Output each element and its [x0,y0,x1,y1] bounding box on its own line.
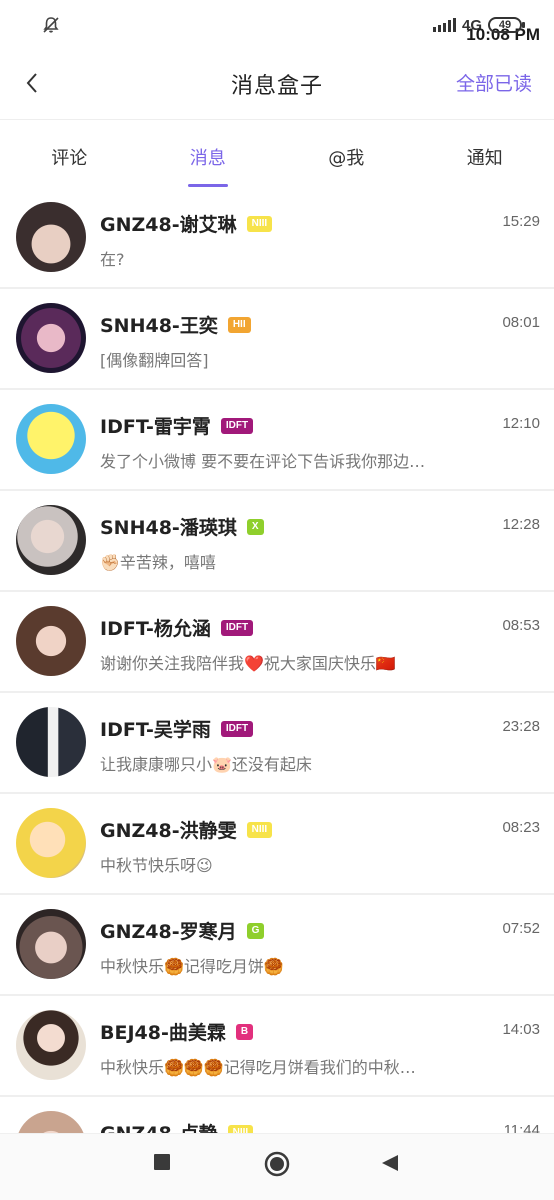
system-nav-bar [0,1133,554,1200]
sender-name: GNZ48-卢静 [100,1119,218,1133]
message-preview: 在? [100,250,125,269]
message-time: 11:44 [503,1122,540,1133]
list-item[interactable]: GNZ48-洪静雯 NIII 08:23 中秋节快乐呀😉 [0,794,554,895]
battery-icon: 49 [488,17,525,33]
message-preview: 中秋节快乐呀😉 [100,856,213,875]
list-item[interactable]: SNH48-潘瑛琪 X 12:28 ✊🏻辛苦辣，嘻嘻 [0,491,554,592]
list-item[interactable]: IDFT-吴学雨 IDFT 23:28 让我康康哪只小🐷还没有起床 [0,693,554,794]
tab-mentions[interactable]: @我 [277,128,416,188]
team-badge: NIII [246,215,273,232]
message-preview: ✊🏻辛苦辣，嘻嘻 [100,553,216,572]
message-time: 23:28 [502,718,540,735]
message-time: 08:01 [502,314,540,331]
avatar[interactable] [16,707,86,777]
tab-bar: 评论 消息 @我 通知 [0,128,554,188]
mark-all-read-button[interactable]: 全部已读 [456,69,532,96]
message-preview: 中秋快乐🥮🥮🥮记得吃月饼看我们的中秋… [100,1058,416,1077]
list-item[interactable]: IDFT-雷宇霄 IDFT 12:10 发了个小微博 要不要在评论下告诉我你那边… [0,390,554,491]
sender-name: GNZ48-洪静雯 [100,820,237,842]
message-time: 14:03 [502,1021,540,1038]
message-time: 12:10 [502,415,540,432]
mute-icon [42,16,60,34]
recents-square-icon[interactable] [153,1153,171,1175]
list-item[interactable]: SNH48-王奕 HII 08:01 [偶像翻牌回答] [0,289,554,390]
message-preview: 让我康康哪只小🐷还没有起床 [100,755,312,774]
message-time: 15:29 [502,213,540,230]
avatar[interactable] [16,1111,86,1133]
message-preview: 发了个小微博 要不要在评论下告诉我你那边… [100,452,426,471]
home-circle-icon[interactable] [263,1150,291,1182]
tab-label: @我 [328,148,365,169]
tab-notifications[interactable]: 通知 [416,128,554,188]
sender-name: IDFT-雷宇霄 [100,416,211,438]
message-time: 08:23 [502,819,540,836]
team-badge: X [246,518,264,535]
team-badge: IDFT [220,619,254,636]
sender-name: IDFT-杨允涵 [100,618,211,640]
team-badge: G [246,922,265,939]
avatar[interactable] [16,404,86,474]
message-time: 12:28 [502,516,540,533]
team-badge: NIII [227,1124,254,1133]
avatar[interactable] [16,505,86,575]
sender-name: BEJ48-曲美霖 [100,1022,226,1044]
avatar[interactable] [16,1010,86,1080]
list-item[interactable]: GNZ48-卢静 NIII 11:44 [0,1097,554,1133]
status-bar: 10:08 PM 4G 49 [0,0,554,50]
sender-name: GNZ48-谢艾琳 [100,214,237,236]
sender-name: SNH48-王奕 [100,315,218,337]
tab-messages[interactable]: 消息 [139,128,278,188]
tab-label: 评论 [51,148,88,169]
list-item[interactable]: GNZ48-谢艾琳 NIII 15:29 在? [0,188,554,289]
list-item[interactable]: BEJ48-曲美霖 B 14:03 中秋快乐🥮🥮🥮记得吃月饼看我们的中秋… [0,996,554,1097]
signal-icon [432,18,456,32]
active-tab-indicator [187,184,228,187]
team-badge: HII [227,316,251,333]
team-badge: B [235,1023,254,1040]
message-time: 07:52 [502,920,540,937]
team-badge: NIII [246,821,273,838]
avatar[interactable] [16,808,86,878]
sender-name: IDFT-吴学雨 [100,719,211,741]
sender-name: GNZ48-罗寒月 [100,921,237,943]
avatar[interactable] [16,202,86,272]
avatar[interactable] [16,303,86,373]
tab-label: 通知 [466,148,503,169]
app-header: 消息盒子 全部已读 [0,50,554,120]
team-badge: IDFT [220,720,254,737]
team-badge: IDFT [220,417,254,434]
avatar[interactable] [16,909,86,979]
avatar[interactable] [16,606,86,676]
message-list: GNZ48-谢艾琳 NIII 15:29 在? SNH48-王奕 HII 08:01… [0,188,554,1133]
message-time: 08:53 [502,617,540,634]
sender-name: SNH48-潘瑛琪 [100,517,237,539]
tab-label: 消息 [189,148,226,169]
message-preview: 中秋快乐🥮记得吃月饼🥮 [100,957,284,976]
list-item[interactable]: IDFT-杨允涵 IDFT 08:53 谢谢你关注我陪伴我❤️祝大家国庆快乐🇨🇳 [0,592,554,693]
message-preview: [偶像翻牌回答] [100,351,209,370]
back-triangle-icon[interactable] [380,1153,400,1177]
message-preview: 谢谢你关注我陪伴我❤️祝大家国庆快乐🇨🇳 [100,654,396,673]
list-item[interactable]: GNZ48-罗寒月 G 07:52 中秋快乐🥮记得吃月饼🥮 [0,895,554,996]
tab-comments[interactable]: 评论 [0,128,139,188]
header-divider [0,119,554,120]
